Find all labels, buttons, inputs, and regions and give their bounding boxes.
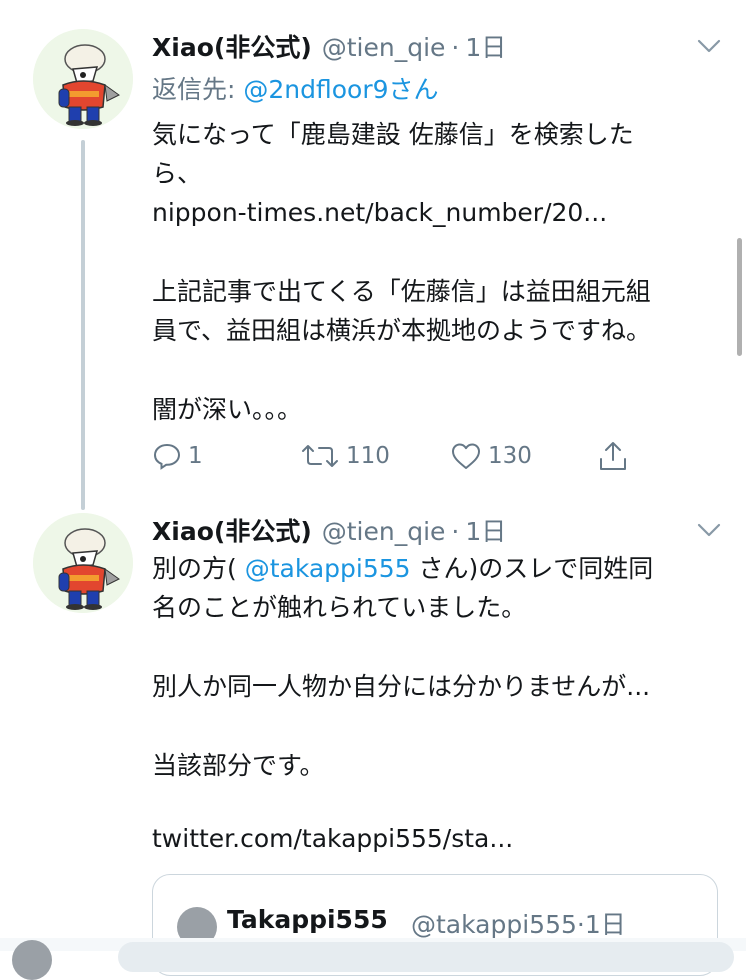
reply-to-mention[interactable]: @2ndfloor9さん	[243, 75, 438, 104]
tweet-text-line: 別の方( @takappi555 さん)のスレで同姓同	[152, 552, 653, 586]
compose-avatar	[12, 940, 52, 980]
tweet-actions: 1 110 130	[152, 436, 642, 476]
quoted-timestamp: 1日	[584, 910, 626, 939]
text-fragment: 別の方(	[152, 554, 245, 583]
quoted-separator: ·	[576, 910, 585, 939]
tweet-header: Xiao(非公式) @tien_qie · 1日	[152, 512, 506, 546]
tweet-menu-button[interactable]	[695, 520, 723, 540]
reply-button[interactable]: 1	[152, 436, 203, 476]
mascot-avatar-image	[33, 513, 133, 613]
chevron-down-icon	[697, 39, 721, 53]
tweet-text-line: ら、	[152, 159, 203, 188]
tweet-text-line: 闇が深い。。。	[152, 395, 303, 424]
tweet-text-line: 員で、益田組は横浜が本拠地のようですね。	[152, 316, 652, 345]
quoted-display-name: Takappi555	[227, 905, 388, 934]
tweet-text-line: 上記記事で出てくる「佐藤信」は益田組元組	[152, 277, 651, 306]
username[interactable]: @tien_qie	[322, 33, 446, 62]
mention-link[interactable]: @takappi555	[245, 554, 411, 583]
reply-icon	[153, 443, 181, 470]
tweet-menu-button[interactable]	[695, 36, 723, 56]
share-icon	[600, 442, 626, 470]
mascot-avatar-image	[33, 29, 133, 129]
avatar[interactable]	[33, 29, 133, 129]
timestamp[interactable]: 1日	[465, 28, 506, 64]
tweet-text-line: 当該部分です。	[152, 751, 325, 780]
timestamp[interactable]: 1日	[465, 512, 506, 548]
retweet-button[interactable]: 110	[300, 436, 390, 476]
like-button[interactable]: 130	[450, 436, 532, 476]
quoted-username: @takappi555·1日	[411, 905, 626, 941]
display-name[interactable]: Xiao(非公式)	[152, 512, 312, 548]
avatar[interactable]	[33, 513, 133, 613]
tweet-text-line: 名のことが触れられていました。	[152, 593, 527, 622]
tweet-link[interactable]: nippon-times.net/back_number/20...	[152, 196, 607, 230]
header-separator: ·	[451, 517, 460, 546]
username[interactable]: @tien_qie	[322, 517, 446, 546]
tweet-header: Xiao(非公式) @tien_qie · 1日	[152, 28, 506, 62]
thread-connector-line	[81, 140, 85, 510]
tweet-link[interactable]: twitter.com/takappi555/sta...	[152, 822, 513, 856]
retweet-icon	[302, 445, 338, 467]
reply-count: 1	[188, 443, 203, 469]
display-name[interactable]: Xiao(非公式)	[152, 28, 312, 64]
share-button[interactable]	[598, 436, 634, 476]
quoted-handle-text: @takappi555	[411, 910, 577, 939]
text-fragment: さん)のスレで同姓同	[410, 554, 654, 583]
like-count: 130	[488, 443, 532, 469]
reply-input[interactable]	[118, 942, 734, 972]
retweet-count: 110	[346, 443, 390, 469]
scrollbar[interactable]	[737, 238, 742, 356]
reply-to-prefix: 返信先:	[152, 75, 244, 104]
reply-to-line: 返信先: @2ndfloor9さん	[152, 70, 439, 106]
header-separator: ·	[451, 33, 460, 62]
chevron-down-icon	[697, 523, 721, 537]
like-icon	[452, 443, 480, 469]
tweet-1[interactable]: Xiao(非公式) @tien_qie · 1日 返信先: @2ndfloor9…	[0, 0, 746, 510]
tweet-text-line: 別人か同一人物か自分には分かりませんが...	[152, 672, 651, 701]
tweet-text-line: 気になって「鹿島建設 佐藤信」を検索した	[152, 120, 634, 149]
